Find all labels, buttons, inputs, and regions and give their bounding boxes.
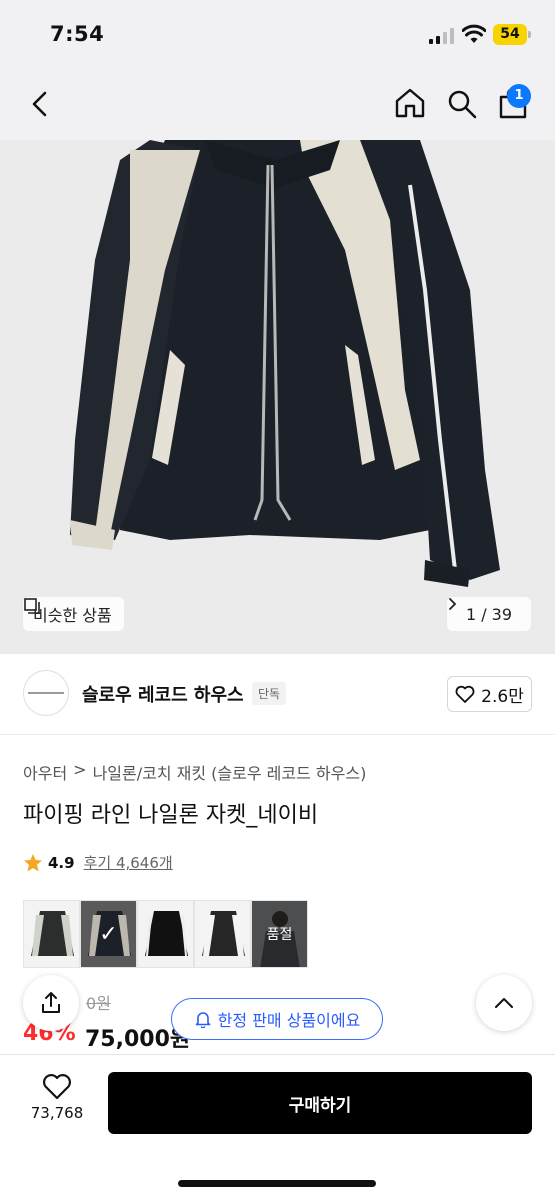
brand-logo[interactable] xyxy=(23,670,69,716)
cellular-signal-icon xyxy=(429,28,454,44)
rating-score: 4.9 xyxy=(48,853,75,872)
wifi-icon xyxy=(462,24,486,43)
breadcrumb-item-category[interactable]: 나일론/코치 재킷 (슬로우 레코드 하우스) xyxy=(93,760,367,784)
color-option-thumb-selected[interactable]: ✓ xyxy=(80,900,137,968)
product-title: 파이핑 라인 나일론 자켓_네이비 xyxy=(23,803,319,828)
soldout-label: 품절 xyxy=(252,901,307,967)
breadcrumb-item-outer[interactable]: 아우터 xyxy=(23,760,67,784)
breadcrumb-separator: > xyxy=(73,760,87,779)
wishlist-count: 73,768 xyxy=(30,1104,84,1122)
bell-icon xyxy=(195,1012,210,1028)
heart-icon xyxy=(455,685,475,703)
thumb-jacket-image xyxy=(145,911,188,956)
cart-count-badge: 1 xyxy=(507,84,531,108)
limited-sale-notice[interactable]: 한정 판매 상품이에요 xyxy=(171,998,383,1040)
product-rating: 4.9 후기 4,646개 xyxy=(23,852,173,873)
battery-icon: 54 xyxy=(493,24,531,45)
original-price: 0원 xyxy=(86,994,111,1013)
star-icon xyxy=(24,853,42,871)
similar-items-icon xyxy=(24,598,40,614)
status-time: 7:54 xyxy=(50,22,105,46)
jacket-photo xyxy=(0,140,555,654)
similar-products-label: 비슷한 상품 xyxy=(33,606,112,625)
color-option-thumb[interactable] xyxy=(23,900,80,968)
color-option-list: ✓ 품절 xyxy=(23,900,308,968)
selected-check-icon: ✓ xyxy=(99,921,118,947)
home-icon[interactable] xyxy=(393,86,427,120)
chevron-right-icon xyxy=(449,598,457,610)
scroll-top-button[interactable] xyxy=(476,975,532,1031)
product-image[interactable]: 비슷한 상품 1 / 39 xyxy=(0,140,555,654)
similar-products-button[interactable]: 비슷한 상품 xyxy=(23,597,124,631)
chevron-up-icon xyxy=(495,998,513,1008)
brand-name[interactable]: 슬로우 레코드 하우스 xyxy=(82,681,244,707)
share-icon xyxy=(42,992,60,1013)
image-pager-label: 1 / 39 xyxy=(465,604,513,624)
image-pager[interactable]: 1 / 39 xyxy=(447,597,531,631)
buy-button[interactable]: 구매하기 xyxy=(108,1072,532,1134)
brand-like-count: 2.6만 xyxy=(481,686,524,707)
color-option-thumb[interactable] xyxy=(194,900,251,968)
heart-icon xyxy=(43,1074,71,1100)
color-option-thumb-soldout[interactable]: 품절 xyxy=(251,900,308,968)
brand-logo-mark xyxy=(28,692,64,694)
home-indicator xyxy=(178,1180,376,1187)
limited-sale-label: 한정 판매 상품이에요 xyxy=(217,1011,361,1030)
section-divider xyxy=(0,734,555,735)
back-icon[interactable] xyxy=(26,88,54,120)
color-option-thumb[interactable] xyxy=(137,900,194,968)
wishlist-button[interactable]: 73,768 xyxy=(20,1073,94,1135)
share-button[interactable] xyxy=(23,975,79,1031)
thumb-jacket-image xyxy=(202,911,245,956)
breadcrumb: 아우터 > 나일론/코치 재킷 (슬로우 레코드 하우스) xyxy=(23,760,366,784)
brand-like-button[interactable]: 2.6만 xyxy=(447,676,532,712)
exclusive-badge: 단독 xyxy=(252,682,287,705)
thumb-jacket-image xyxy=(31,911,74,956)
review-count-link[interactable]: 후기 4,646개 xyxy=(84,852,173,873)
search-icon[interactable] xyxy=(446,88,478,120)
